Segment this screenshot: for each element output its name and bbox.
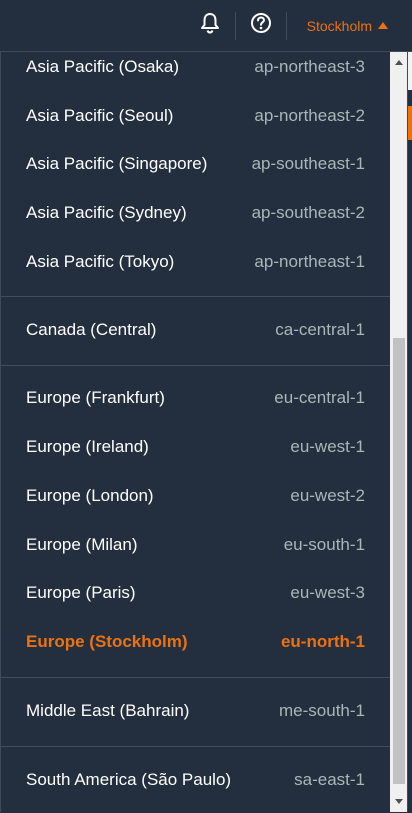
question-circle-icon (250, 12, 272, 39)
region-code: ca-central-1 (275, 320, 365, 339)
triangle-down-icon (395, 798, 403, 804)
region-item[interactable]: Asia Pacific (Singapore) ap-southeast-1 (1, 149, 390, 179)
region-item[interactable]: Asia Pacific (Osaka) ap-northeast-3 (1, 52, 390, 82)
region-name: Europe (Frankfurt) (26, 388, 165, 407)
region-item[interactable]: Canada (Central) ca-central-1 (1, 315, 390, 345)
region-item[interactable]: Europe (Frankfurt) eu-central-1 (1, 383, 390, 413)
notifications-button[interactable] (185, 0, 235, 52)
help-button[interactable] (236, 0, 286, 52)
group-divider (1, 365, 390, 366)
region-item[interactable]: Europe (Paris) eu-west-3 (1, 578, 390, 608)
group-divider (1, 746, 390, 747)
region-name: Europe (London) (26, 486, 154, 505)
caret-up-icon (378, 21, 388, 29)
region-code: eu-west-2 (290, 486, 365, 505)
region-item[interactable]: Asia Pacific (Sydney) ap-southeast-2 (1, 198, 390, 228)
region-code: me-south-1 (279, 701, 365, 720)
region-name: Asia Pacific (Singapore) (26, 154, 208, 173)
region-code: ap-southeast-2 (251, 203, 365, 222)
region-name: Asia Pacific (Osaka) (26, 57, 180, 76)
vertical-scrollbar[interactable] (390, 52, 407, 812)
region-name: Asia Pacific (Tokyo) (26, 252, 175, 271)
bell-icon (200, 12, 220, 39)
region-name: Asia Pacific (Seoul) (26, 106, 174, 125)
region-code: sa-east-1 (294, 770, 365, 789)
region-item[interactable]: Europe (London) eu-west-2 (1, 481, 390, 511)
region-item[interactable]: Europe (Ireland) eu-west-1 (1, 432, 390, 462)
region-item-selected[interactable]: Europe (Stockholm) eu-north-1 (1, 627, 390, 657)
region-item[interactable]: South America (São Paulo) sa-east-1 (1, 765, 390, 795)
region-label: Stockholm (306, 17, 372, 34)
region-item[interactable]: Middle East (Bahrain) me-south-1 (1, 696, 390, 726)
region-name: South America (São Paulo) (26, 770, 232, 789)
background-page-edge (408, 52, 412, 90)
region-code: ap-northeast-1 (254, 252, 365, 271)
region-item[interactable]: Asia Pacific (Seoul) ap-northeast-2 (1, 101, 390, 131)
group-divider (1, 296, 390, 297)
region-name: Europe (Ireland) (26, 437, 149, 456)
region-item[interactable]: Europe (Milan) eu-south-1 (1, 530, 390, 560)
region-code: eu-west-3 (290, 583, 365, 602)
region-code: eu-west-1 (290, 437, 365, 456)
scroll-up-button[interactable] (390, 53, 407, 71)
scrollbar-thumb[interactable] (393, 338, 405, 784)
region-name: Canada (Central) (26, 320, 157, 339)
region-selector-button[interactable]: Stockholm (287, 0, 412, 52)
scroll-down-button[interactable] (390, 792, 407, 810)
region-name: Europe (Stockholm) (26, 632, 188, 651)
region-code: ap-southeast-1 (251, 154, 365, 173)
region-code: ap-northeast-3 (254, 57, 365, 76)
region-code: eu-central-1 (274, 388, 365, 407)
region-name: Middle East (Bahrain) (26, 701, 190, 720)
region-code: ap-northeast-2 (254, 106, 365, 125)
group-divider (1, 677, 390, 678)
region-name: Asia Pacific (Sydney) (26, 203, 187, 222)
triangle-up-icon (395, 59, 403, 65)
background-page-edge (408, 106, 412, 140)
region-code: eu-north-1 (280, 632, 365, 651)
region-item[interactable]: Asia Pacific (Tokyo) ap-northeast-1 (1, 247, 390, 277)
top-navigation-bar: Stockholm (0, 0, 412, 52)
region-name: Europe (Milan) (26, 535, 138, 554)
region-name: Europe (Paris) (26, 583, 136, 602)
region-dropdown: Asia Pacific (Osaka) ap-northeast-3 Asia… (0, 52, 408, 812)
region-code: eu-south-1 (283, 535, 365, 554)
